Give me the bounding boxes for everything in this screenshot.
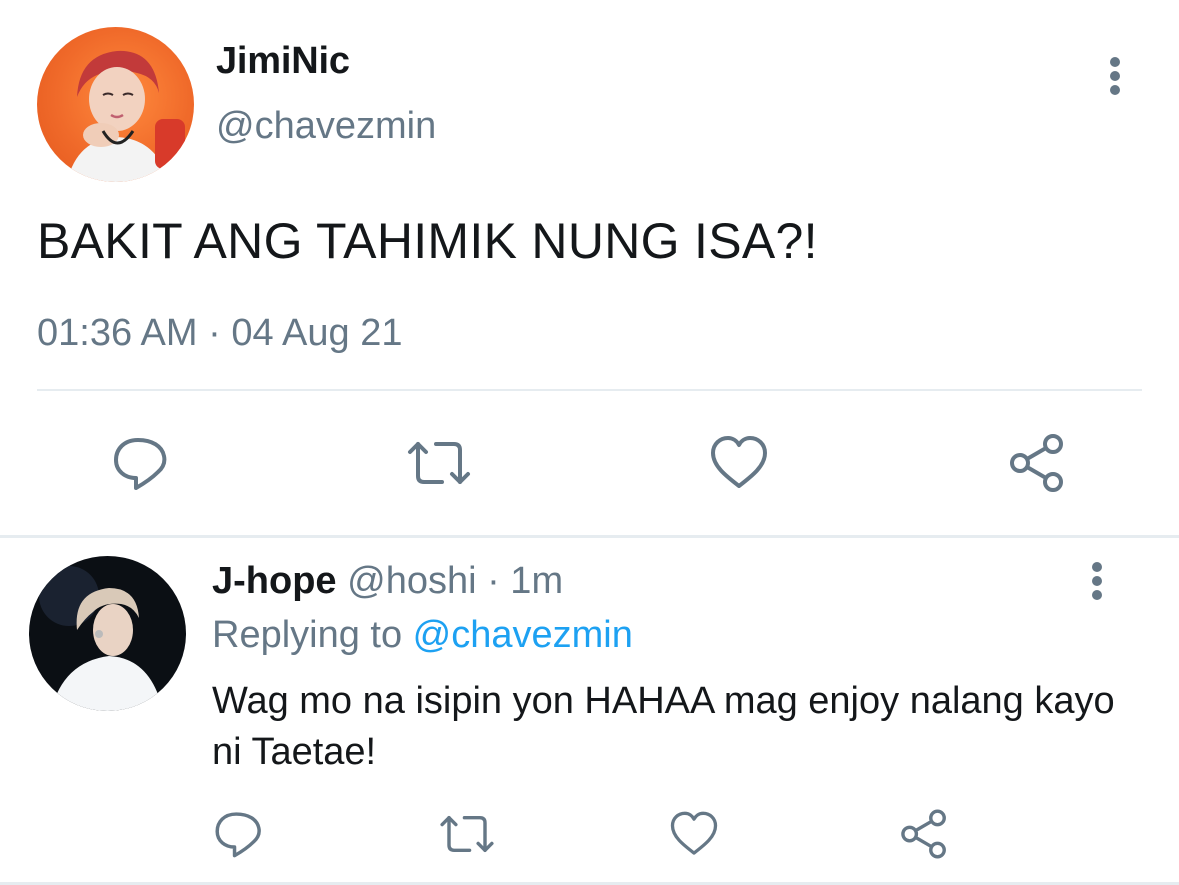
divider bbox=[37, 389, 1142, 391]
tweet-text: Wag mo na isipin yon HAHAA mag enjoy nal… bbox=[212, 680, 1115, 773]
avatar[interactable] bbox=[37, 27, 194, 182]
reply-icon bbox=[114, 438, 167, 490]
like-icon bbox=[711, 436, 767, 488]
like-icon bbox=[670, 811, 718, 855]
like-button[interactable] bbox=[706, 432, 772, 494]
replying-to-line: Replying to @chavezmin bbox=[212, 614, 633, 657]
display-name[interactable]: J-hope bbox=[212, 560, 337, 602]
reply-header: J-hope @hoshi · 1m bbox=[212, 560, 563, 603]
user-handle[interactable]: @chavezmin bbox=[216, 105, 436, 148]
retweet-button[interactable] bbox=[436, 806, 498, 862]
share-icon bbox=[901, 809, 946, 859]
more-options-icon[interactable] bbox=[1100, 55, 1130, 97]
replying-to-link[interactable]: @chavezmin bbox=[413, 614, 633, 656]
avatar-photo bbox=[39, 566, 163, 711]
retweet-icon bbox=[440, 816, 494, 852]
display-name[interactable]: JimiNic bbox=[216, 40, 350, 83]
tweet-timestamp: 01:36 AM · 04 Aug 21 bbox=[37, 312, 403, 354]
tweet-text: BAKIT ANG TAHIMIK NUNG ISA?! bbox=[37, 213, 818, 269]
share-button[interactable] bbox=[1004, 430, 1070, 496]
reply-icon bbox=[215, 812, 261, 858]
retweet-icon bbox=[408, 442, 470, 484]
avatar-photo bbox=[67, 50, 185, 182]
thread-separator bbox=[0, 535, 1179, 538]
like-button[interactable] bbox=[666, 806, 722, 862]
avatar[interactable] bbox=[29, 556, 186, 711]
retweet-button[interactable] bbox=[403, 432, 475, 494]
reply-button[interactable] bbox=[210, 806, 266, 862]
handle-and-time: @hoshi · 1m bbox=[336, 560, 564, 602]
share-button[interactable] bbox=[896, 804, 952, 864]
share-icon bbox=[1010, 434, 1063, 492]
replying-to-label: Replying to bbox=[212, 614, 413, 656]
more-options-icon[interactable] bbox=[1082, 560, 1112, 602]
reply-button[interactable] bbox=[108, 432, 172, 494]
